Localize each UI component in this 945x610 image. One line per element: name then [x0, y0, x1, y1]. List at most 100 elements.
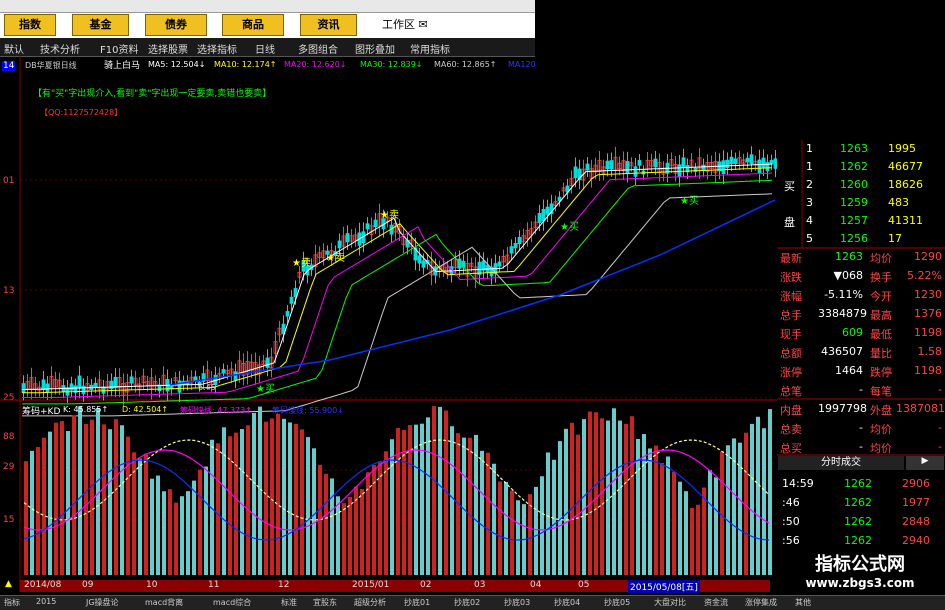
bottom-tab[interactable]: 抄底01 [404, 597, 430, 608]
chip-bar [246, 425, 250, 575]
quote-value: - [859, 383, 863, 396]
chip-bar [54, 422, 58, 575]
candle-body [637, 160, 642, 166]
chip-bar [162, 491, 166, 575]
candle-body [21, 383, 26, 393]
chip-bar [138, 458, 142, 575]
candle-body [373, 219, 378, 228]
candle-body [285, 311, 290, 317]
chip-bar [432, 406, 436, 575]
chip-bar [48, 431, 52, 575]
watermark-url: www.zbgs3.com [805, 576, 915, 590]
quote-value: 1.58 [917, 345, 943, 358]
chip-bar [144, 453, 148, 575]
chip-bar [330, 478, 334, 575]
chip-bar [648, 448, 652, 575]
date-label: 2015/01 [352, 580, 390, 590]
bottom-tab[interactable]: 抄底03 [504, 597, 530, 608]
quote-value: ▼068 [833, 269, 863, 282]
chip-bar [66, 431, 70, 575]
chart-mask [535, 56, 775, 141]
bottom-tab[interactable]: 标准 [281, 597, 297, 608]
chip-bar [372, 465, 376, 575]
bottom-tab[interactable]: macd背离 [145, 597, 183, 608]
order-price: 1263 [840, 142, 868, 155]
quote-label: 总手 [780, 309, 802, 322]
bottom-tab[interactable]: 大盘对比 [654, 597, 686, 608]
bottom-tab[interactable]: macd综合 [213, 597, 251, 608]
watermark: 指标公式网 www.zbgs3.com [775, 544, 945, 594]
chip-bar [606, 420, 610, 575]
chip-bar [204, 466, 208, 575]
chip-bar [120, 425, 124, 575]
chip-bar [360, 488, 364, 575]
bottom-tab[interactable]: 指标 [4, 597, 20, 608]
chip-bar [42, 437, 46, 575]
candle-body [221, 368, 226, 374]
chip-bar [132, 452, 136, 575]
quote-value: - [938, 440, 942, 453]
candle-body [757, 159, 762, 173]
chip-bar [60, 421, 64, 575]
candle-body [633, 166, 638, 177]
chip-bar [462, 437, 466, 575]
candle-body [725, 159, 730, 168]
candle-body [701, 164, 706, 171]
date-label: 03 [474, 580, 486, 590]
quote-value: 1376 [914, 307, 942, 320]
chip-bar [342, 503, 346, 575]
quote-value: 1198 [914, 364, 942, 377]
chip-bar [186, 491, 190, 575]
bottom-tab[interactable]: 涨停集成 [745, 597, 777, 608]
chip-bar [288, 422, 292, 575]
bottom-tab[interactable]: 其他 [795, 597, 811, 608]
quote-label: 涨跌 [780, 271, 802, 284]
chip-bar [678, 481, 682, 575]
chip-bars [24, 406, 772, 575]
bottom-tab[interactable]: 抄底04 [554, 597, 580, 608]
quote-label: 换手 [870, 271, 892, 284]
chip-bar [672, 471, 676, 575]
quote-value: 3384879 [818, 307, 867, 320]
candle-body [749, 154, 754, 164]
ma5-line [22, 163, 773, 390]
low-price-label: 6.45 [198, 383, 216, 392]
order-price: 1262 [840, 160, 868, 173]
sub-indicator-name: 筹码+KD [22, 407, 61, 417]
quote-label: 量比 [870, 347, 892, 360]
candle-body [729, 156, 734, 165]
chip-bar [618, 420, 622, 575]
chip-bar [336, 496, 340, 575]
quote-label: 均价 [870, 252, 892, 265]
chip-bar [720, 451, 724, 575]
bottom-tab[interactable]: 抄底05 [604, 597, 630, 608]
chip-bar [438, 406, 442, 575]
candle-body [517, 236, 522, 245]
play-icon[interactable]: ▶ [906, 456, 944, 470]
chip-bar [384, 451, 388, 575]
bottom-tab[interactable]: 2015 [36, 597, 56, 606]
triangle-icon[interactable]: ▲ [5, 579, 12, 589]
candle-body [289, 296, 294, 304]
chip-bar [348, 496, 352, 575]
quote-value: 1198 [914, 326, 942, 339]
candle-body [129, 376, 134, 384]
chip-bar [90, 419, 94, 575]
quote-label: 均价 [870, 442, 892, 455]
tick-header[interactable]: 分时成交 [778, 456, 904, 470]
chip-bar [24, 461, 28, 575]
bottom-tab[interactable]: 抄底02 [454, 597, 480, 608]
candle-body [365, 223, 370, 230]
bottom-tab[interactable]: 宜股东 [313, 597, 337, 608]
order-price: 1256 [840, 232, 868, 245]
bottom-tab[interactable]: 资金流 [704, 597, 728, 608]
order-side: 盘 [784, 216, 795, 229]
quote-label: 总买 [780, 442, 802, 455]
order-price: 1260 [840, 178, 868, 191]
bottom-tab[interactable]: JG操盘论 [86, 597, 119, 608]
bottom-tab[interactable]: 超级分析 [354, 597, 386, 608]
chip-bar [240, 429, 244, 575]
chip-bar [600, 418, 604, 575]
chip-bar [630, 416, 634, 575]
candle-body [477, 261, 482, 275]
